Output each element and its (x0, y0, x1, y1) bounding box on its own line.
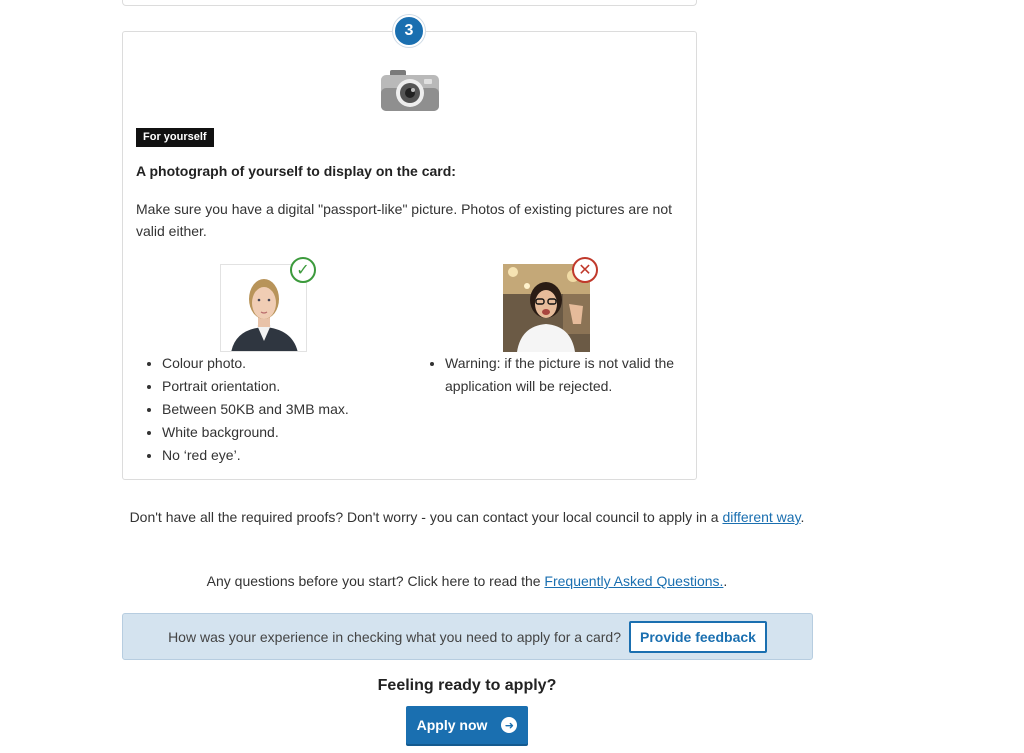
check-icon: ✓ (290, 257, 316, 283)
feedback-question: How was your experience in checking what… (168, 628, 621, 645)
faq-text: Any questions before you start? Click he… (206, 573, 728, 589)
card-description: Make sure you have a digital "passport-l… (136, 201, 672, 239)
different-way-link[interactable]: different way (722, 509, 800, 525)
step-number-badge: 3 (393, 15, 425, 47)
cross-icon: ✕ (572, 257, 598, 283)
list-item: No ‘red eye’. (162, 444, 396, 467)
list-item: Warning: if the picture is not valid the… (445, 352, 679, 398)
card-heading: A photograph of yourself to display on t… (136, 163, 456, 179)
alternative-apply-text: Don't have all the required proofs? Don'… (129, 509, 805, 525)
feedback-banner: How was your experience in checking what… (122, 613, 813, 660)
ready-heading: Feeling ready to apply? (377, 677, 557, 694)
list-item: Colour photo. (162, 352, 396, 375)
faq-link[interactable]: Frequently Asked Questions. (544, 573, 723, 589)
apply-now-label: Apply now (416, 717, 488, 733)
photo-warning-list: Warning: if the picture is not valid the… (429, 352, 679, 398)
photo-requirement-card: For yourself A photograph of yourself to… (122, 31, 697, 480)
provide-feedback-button[interactable]: Provide feedback (628, 620, 767, 653)
apply-now-button[interactable]: Apply now ➜ (406, 706, 528, 744)
arrow-right-icon: ➜ (501, 717, 518, 733)
camera-icon (381, 70, 439, 111)
photo-requirements-list: Colour photo. Portrait orientation. Betw… (146, 352, 396, 467)
for-yourself-tag: For yourself (136, 128, 214, 147)
list-item: White background. (162, 421, 396, 444)
list-item: Between 50KB and 3MB max. (162, 398, 396, 421)
previous-card-bottom (122, 0, 697, 6)
list-item: Portrait orientation. (162, 375, 396, 398)
